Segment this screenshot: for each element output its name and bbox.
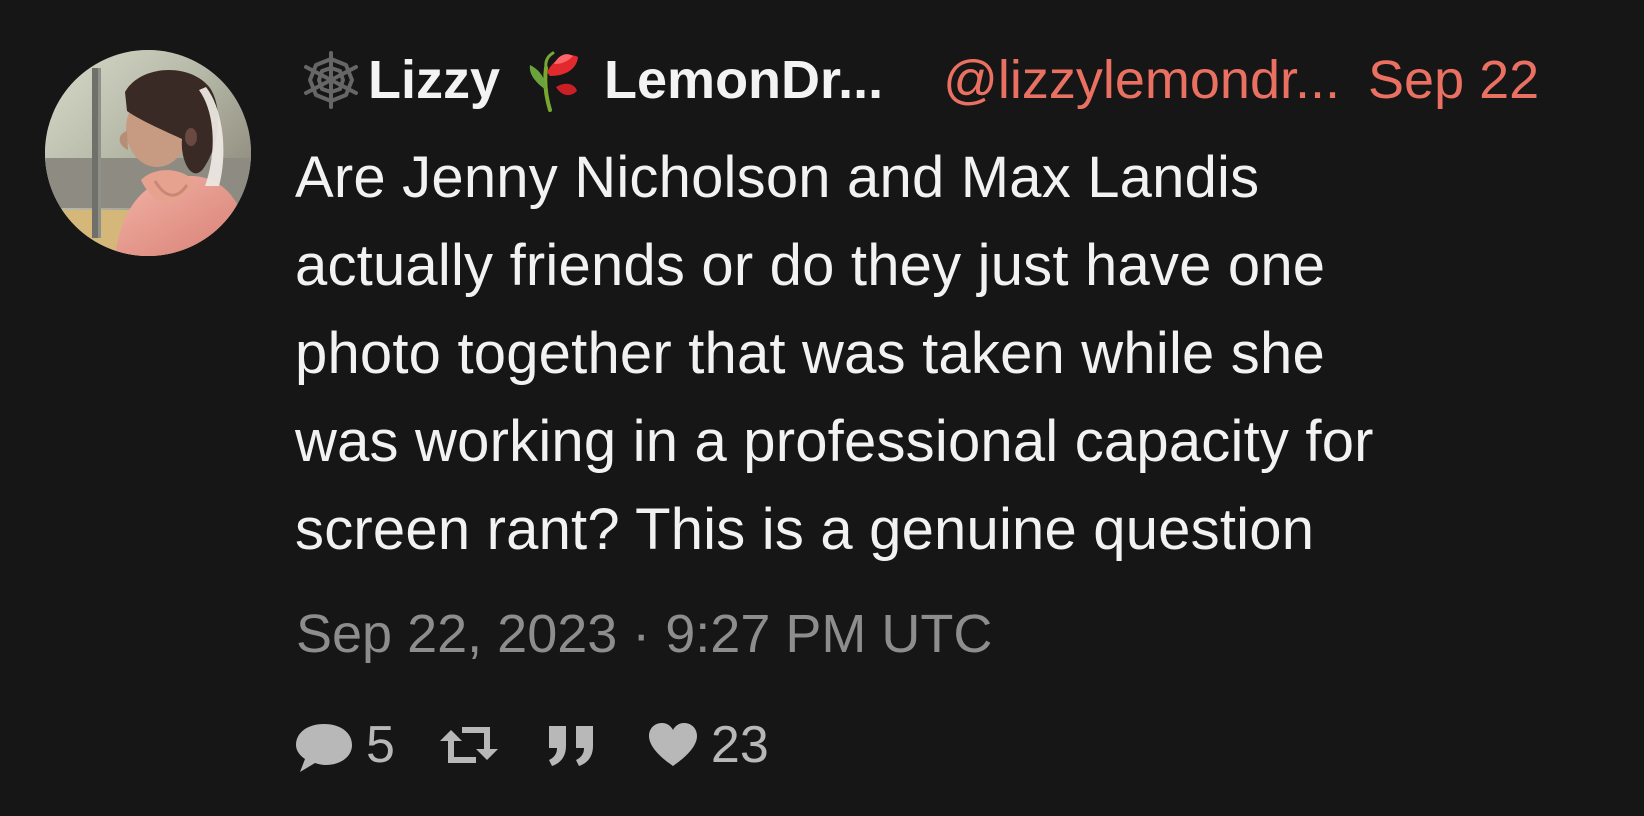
like-count: 23 [710,716,769,774]
post-stats: 5 23 [292,710,813,780]
quote-stat[interactable] [543,721,601,769]
quote-icon [548,726,593,766]
like-stat[interactable]: 23 [645,715,769,775]
retweet-stat[interactable] [439,721,499,769]
post-text-line-1: Are Jenny Nicholson and Max Landis [295,145,1260,210]
spider-web-icon [304,51,358,109]
post-content: Are Jenny Nicholson and Max Landis actua… [295,134,1595,574]
display-name[interactable]: Lizzy LemonDr... [298,44,883,116]
post-text-line-4: was working in a professional capacity f… [295,409,1374,474]
post-text-line-2: actually friends or do they just have on… [295,233,1326,298]
heart-icon [648,723,697,766]
wilted-rose-icon [529,51,579,112]
avatar[interactable] [45,50,251,256]
display-name-first: Lizzy [368,50,501,110]
comment-count: 5 [366,716,395,774]
retweet-icon [439,727,498,763]
post-text-line-5: screen rant? This is a genuine question [295,497,1315,562]
post-text-line-3: photo together that was taken while she [295,321,1325,386]
post-header: Lizzy LemonDr... @lizzylemondr... Sep 22 [298,44,1598,116]
display-name-second: LemonDr... [604,50,884,110]
comment-icon [296,724,352,772]
post-timestamp: Sep 22, 2023 · 9:27 PM UTC [296,604,993,664]
post-date-link[interactable]: Sep 22 [1368,44,1539,116]
avatar-photo [45,50,251,256]
username-link[interactable]: @lizzylemondr... [943,44,1340,116]
comment-stat[interactable]: 5 [292,715,395,775]
